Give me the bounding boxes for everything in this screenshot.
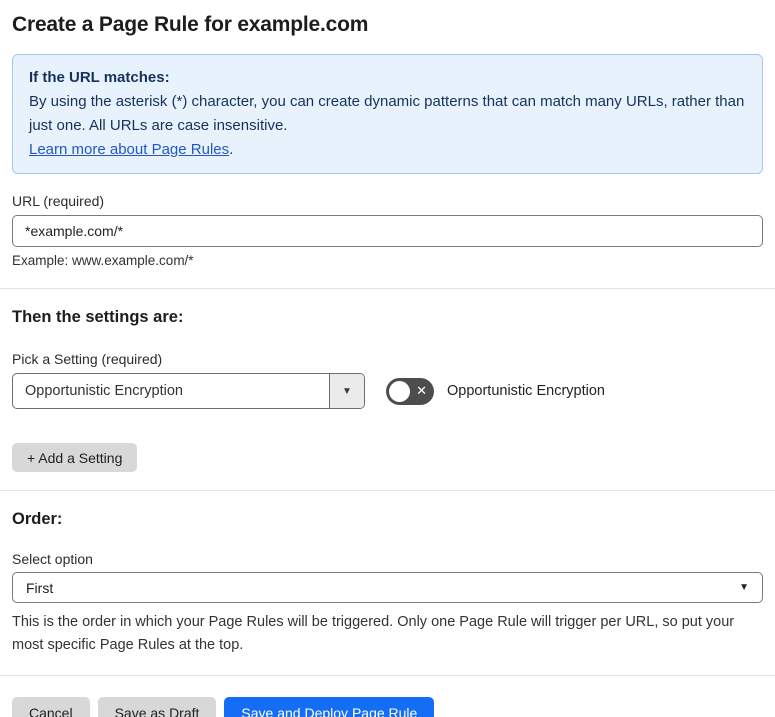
action-button-row: Cancel Save as Draft Save and Deploy Pag…: [12, 697, 763, 717]
divider: [0, 675, 775, 676]
save-and-deploy-button[interactable]: Save and Deploy Page Rule: [224, 697, 435, 717]
settings-section-heading: Then the settings are:: [12, 308, 184, 326]
dropdown-arrow-button[interactable]: ▼: [329, 374, 364, 408]
order-select[interactable]: First ▼: [12, 572, 763, 603]
toggle-label: Opportunistic Encryption: [447, 383, 605, 399]
url-matches-info-box: If the URL matches: By using the asteris…: [12, 54, 763, 174]
cancel-button[interactable]: Cancel: [12, 697, 90, 717]
order-select-value: First: [26, 579, 54, 596]
url-input[interactable]: [12, 215, 763, 247]
create-page-rule-form: Create a Page Rule for example.com If th…: [0, 0, 775, 717]
toggle-knob: [389, 380, 410, 402]
info-link-line: Learn more about Page Rules.: [29, 138, 746, 162]
page-title: Create a Page Rule for example.com: [12, 13, 369, 36]
opportunistic-encryption-toggle[interactable]: ✕: [386, 377, 434, 405]
info-box-body: By using the asterisk (*) character, you…: [29, 93, 745, 134]
add-setting-button[interactable]: + Add a Setting: [12, 443, 138, 472]
order-hint: This is the order in which your Page Rul…: [12, 614, 735, 653]
url-example-hint: Example: www.example.com/*: [12, 253, 194, 268]
link-suffix: .: [229, 141, 234, 158]
divider: [0, 490, 775, 491]
setting-row: Opportunistic Encryption ▼ ✕ Opportunist…: [12, 373, 763, 409]
select-option-label: Select option: [12, 551, 93, 567]
setting-dropdown-value: Opportunistic Encryption: [25, 383, 183, 399]
save-as-draft-button[interactable]: Save as Draft: [97, 697, 217, 717]
divider: [0, 288, 775, 289]
order-section-heading: Order:: [12, 510, 63, 528]
url-field-label: URL (required): [12, 193, 105, 209]
setting-dropdown[interactable]: Opportunistic Encryption ▼: [12, 373, 365, 409]
chevron-down-icon: ▼: [739, 582, 749, 593]
toggle-off-x-icon: ✕: [416, 383, 427, 399]
learn-more-link[interactable]: Learn more about Page Rules: [29, 141, 229, 158]
pick-setting-label: Pick a Setting (required): [12, 351, 163, 367]
chevron-down-icon: ▼: [342, 385, 352, 397]
info-box-heading: If the URL matches:: [29, 69, 170, 86]
